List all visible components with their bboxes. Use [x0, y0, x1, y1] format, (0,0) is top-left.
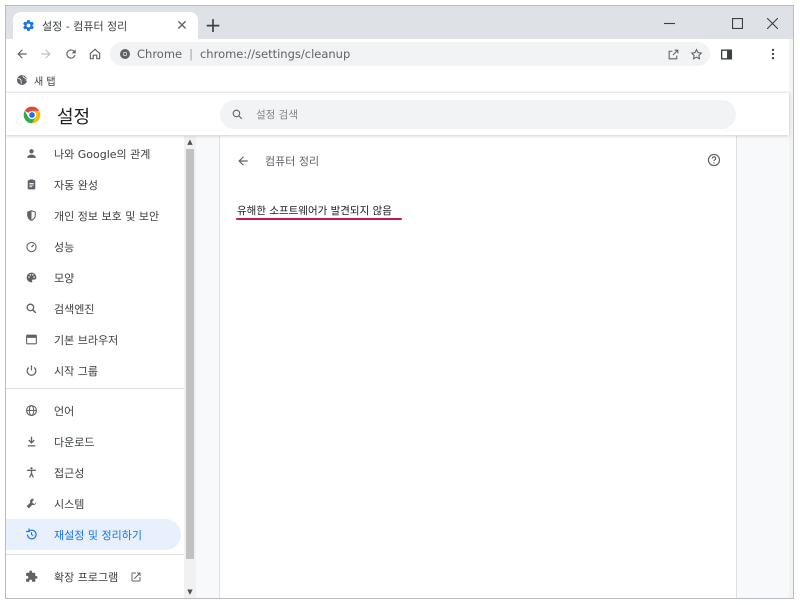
- sidebar-item-accessibility[interactable]: 접근성: [6, 457, 181, 488]
- close-window-button[interactable]: [761, 12, 783, 34]
- page-title: 설정: [57, 107, 91, 128]
- tab-title: 설정 - 컴퓨터 정리: [42, 19, 128, 33]
- browser-icon: [23, 332, 39, 348]
- reload-icon: [64, 47, 78, 61]
- sidebar-item-label: 나와 Google의 관계: [54, 147, 151, 161]
- side-panel-button[interactable]: [716, 44, 736, 64]
- sidebar-item-default-browser[interactable]: 기본 브라우저: [6, 324, 181, 355]
- search-icon: [23, 301, 39, 317]
- sidebar-divider: [6, 554, 184, 555]
- sidebar-item-system[interactable]: 시스템: [6, 488, 181, 519]
- help-button[interactable]: [706, 152, 722, 168]
- bookmarks-bar: 새 탭: [6, 69, 793, 91]
- sidebar-item-label: 자동 완성: [54, 178, 98, 192]
- browser-window: 설정 - 컴퓨터 정리 ✕ + Chrome | chrome://settin…: [5, 5, 794, 599]
- gear-icon: [22, 19, 35, 32]
- toolbar: Chrome | chrome://settings/cleanup: [6, 39, 793, 69]
- bookmark-star-icon[interactable]: [688, 46, 704, 62]
- share-icon[interactable]: [665, 46, 681, 62]
- back-button[interactable]: [12, 44, 32, 64]
- maximize-button[interactable]: [726, 12, 748, 34]
- sidebar-item-reset-and-cleanup[interactable]: 재설정 및 정리하기: [6, 519, 181, 550]
- new-tab-button[interactable]: +: [202, 13, 224, 37]
- cleanup-card: 컴퓨터 정리 유해한 소프트웨어가 발견되지 않음: [219, 136, 737, 598]
- sidebar-item-label: 검색엔진: [54, 302, 95, 316]
- sidebar-item-label: 시작 그룹: [54, 364, 98, 378]
- shield-icon: [23, 208, 39, 224]
- accessibility-icon: [23, 465, 39, 481]
- sidebar-item-appearance[interactable]: 모양: [6, 262, 181, 293]
- settings-header: 설정 설정 검색: [6, 92, 789, 135]
- sidebar-item-performance[interactable]: 성능: [6, 231, 181, 262]
- tab-strip: 설정 - 컴퓨터 정리 ✕ +: [6, 6, 793, 39]
- scroll-thumb[interactable]: [186, 149, 194, 559]
- sidebar-item-label: 모양: [54, 271, 75, 285]
- settings-sidebar: 나와 Google의 관계 자동 완성 개인 정보 보호 및 보안 성능 모양 …: [6, 136, 184, 598]
- history-icon: [23, 527, 39, 543]
- home-icon: [88, 47, 102, 61]
- subpage-title: 컴퓨터 정리: [265, 155, 320, 168]
- sidebar-scrollbar[interactable]: ▲ ▼: [184, 136, 196, 598]
- reload-button[interactable]: [61, 44, 81, 64]
- palette-icon: [23, 270, 39, 286]
- puzzle-icon: [23, 569, 39, 585]
- chrome-logo-icon: [22, 105, 42, 125]
- sidebar-item-on-startup[interactable]: 시작 그룹: [6, 355, 181, 386]
- person-icon: [23, 146, 39, 162]
- open-in-new-icon: [130, 571, 142, 583]
- sidebar-item-downloads[interactable]: 다운로드: [6, 426, 181, 457]
- bookmark-new-tab[interactable]: 새 탭: [16, 73, 56, 88]
- settings-search-input[interactable]: 설정 검색: [220, 100, 736, 129]
- sidebar-item-label: 다운로드: [54, 435, 95, 449]
- menu-button[interactable]: [763, 44, 783, 64]
- chrome-icon: [119, 48, 131, 60]
- sidebar-divider: [6, 388, 184, 389]
- highlight-underline: [236, 218, 402, 220]
- sidebar-item-autofill[interactable]: 자동 완성: [6, 169, 181, 200]
- speedometer-icon: [23, 239, 39, 255]
- sidebar-item-label: 접근성: [54, 466, 85, 480]
- site-label: Chrome: [137, 47, 183, 61]
- sidebar-item-label: 확장 프로그램: [54, 570, 119, 584]
- sidebar-item-label: 기본 브라우저: [54, 333, 119, 347]
- arrow-left-icon: [15, 47, 29, 61]
- right-edge: [789, 39, 793, 598]
- sidebar-item-you-and-google[interactable]: 나와 Google의 관계: [6, 138, 181, 169]
- sidebar-item-search-engine[interactable]: 검색엔진: [6, 293, 181, 324]
- minimize-button[interactable]: [658, 12, 680, 34]
- sidebar-item-extensions[interactable]: 확장 프로그램: [6, 561, 181, 592]
- forward-button[interactable]: [36, 44, 56, 64]
- wrench-icon: [23, 496, 39, 512]
- arrow-left-icon: [236, 154, 250, 168]
- power-icon: [23, 363, 39, 379]
- bookmark-label: 새 탭: [34, 76, 56, 88]
- download-icon: [23, 434, 39, 450]
- url-separator: |: [189, 47, 193, 61]
- search-icon: [231, 108, 244, 121]
- scroll-up-arrow[interactable]: ▲: [184, 136, 196, 148]
- sidebar-item-label: 시스템: [54, 497, 85, 511]
- sidebar-item-label: 언어: [54, 404, 75, 418]
- sidebar-item-label: 재설정 및 정리하기: [54, 528, 142, 542]
- scan-status-text: 유해한 소프트웨어가 발견되지 않음: [237, 205, 392, 217]
- sidebar-item-label: 성능: [54, 240, 75, 254]
- search-placeholder: 설정 검색: [256, 109, 298, 121]
- scroll-down-arrow[interactable]: ▼: [184, 586, 196, 598]
- url-text: chrome://settings/cleanup: [199, 47, 351, 61]
- more-vert-icon: [766, 47, 780, 61]
- clipboard-icon: [23, 177, 39, 193]
- close-tab-icon[interactable]: ✕: [174, 18, 190, 34]
- sidebar-item-privacy[interactable]: 개인 정보 보호 및 보안: [6, 200, 181, 231]
- side-panel-icon: [720, 48, 733, 61]
- help-icon: [707, 153, 721, 167]
- tab-settings-cleanup[interactable]: 설정 - 컴퓨터 정리 ✕: [13, 12, 198, 39]
- sidebar-item-languages[interactable]: 언어: [6, 395, 181, 426]
- sidebar-item-label: 개인 정보 보호 및 보안: [54, 209, 160, 223]
- address-bar[interactable]: Chrome | chrome://settings/cleanup: [110, 42, 710, 66]
- arrow-right-icon: [39, 47, 53, 61]
- globe-icon: [23, 403, 39, 419]
- back-arrow-button[interactable]: [235, 153, 251, 169]
- globe-icon: [16, 74, 28, 86]
- home-button[interactable]: [85, 44, 105, 64]
